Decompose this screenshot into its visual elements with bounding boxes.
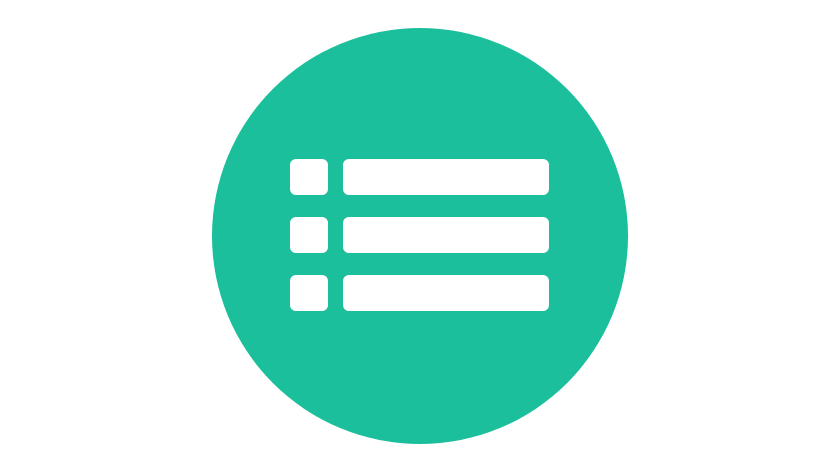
- bullet-square: [290, 217, 328, 253]
- canvas: [0, 0, 840, 472]
- list-line-bar: [343, 159, 549, 195]
- list-row: [290, 159, 550, 195]
- list-row: [290, 217, 550, 253]
- list-line-bar: [343, 275, 549, 311]
- list-line-bar: [343, 217, 549, 253]
- bullet-square: [290, 275, 328, 311]
- list-row: [290, 275, 550, 311]
- list-badge: [212, 28, 628, 444]
- list-icon: [212, 28, 628, 444]
- bullet-square: [290, 159, 328, 195]
